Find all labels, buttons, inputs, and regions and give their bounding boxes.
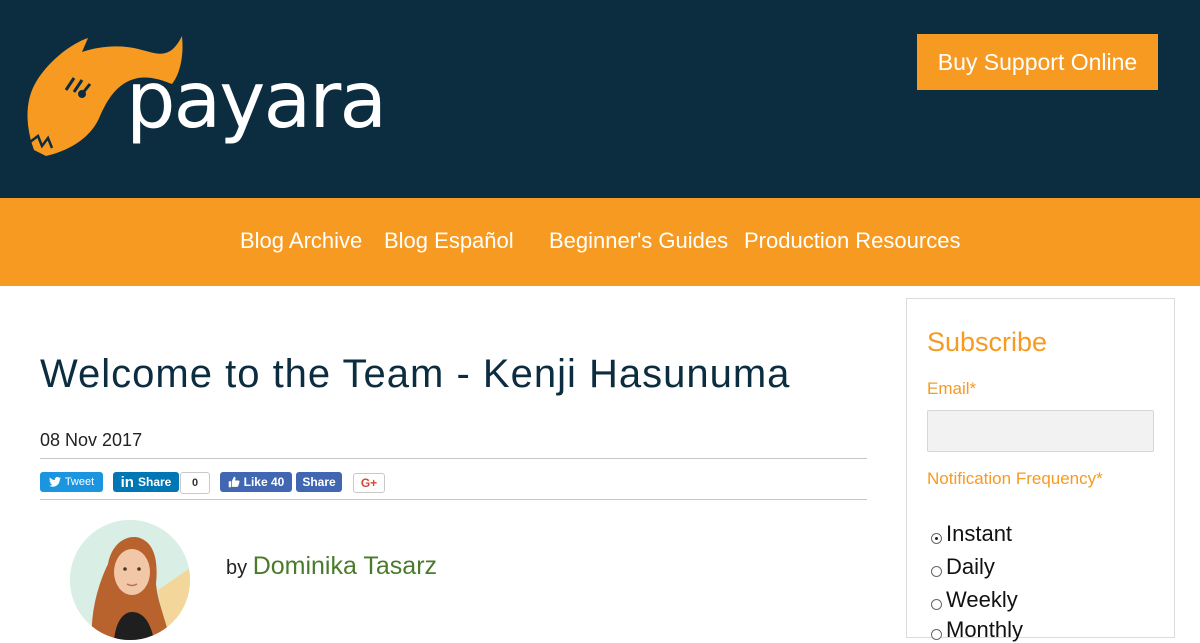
linkedin-icon: in: [120, 473, 134, 491]
option-daily-label: Daily: [946, 554, 995, 579]
buy-support-button[interactable]: Buy Support Online: [917, 34, 1158, 90]
facebook-like-button[interactable]: Like 40: [220, 472, 292, 492]
tweet-button[interactable]: Tweet: [40, 472, 103, 492]
site-header: payara Buy Support Online: [0, 0, 1200, 198]
twitter-bird-icon: [48, 477, 61, 487]
nav-production-resources[interactable]: Production Resources: [744, 228, 960, 254]
frequency-option-instant[interactable]: Instant: [931, 521, 1012, 547]
frequency-option-weekly[interactable]: Weekly: [931, 587, 1018, 613]
radio-daily[interactable]: [931, 565, 942, 577]
nav-beginners-guides[interactable]: Beginner's Guides: [549, 228, 728, 254]
article-date: 08 Nov 2017: [40, 430, 143, 450]
thumbs-up-icon: [228, 476, 240, 488]
frequency-option-daily[interactable]: Daily: [931, 554, 995, 580]
frequency-label: Notification Frequency*: [927, 469, 1103, 488]
option-weekly-label: Weekly: [946, 587, 1018, 612]
subscribe-panel: Subscribe Email* Notification Frequency*…: [906, 298, 1175, 642]
email-field[interactable]: [927, 410, 1154, 452]
main-nav: Blog Archive Blog Español Beginner's Gui…: [0, 198, 1200, 286]
author-link[interactable]: Dominika Tasarz: [253, 552, 437, 580]
frequency-option-monthly[interactable]: Monthly: [931, 617, 1023, 643]
option-monthly-label: Monthly: [946, 617, 1024, 642]
email-label: Email*: [927, 379, 977, 398]
subscribe-title: Subscribe: [927, 327, 1048, 357]
article-title: Welcome to the Team - Kenji Hasunuma: [40, 352, 791, 396]
share-bar: Tweet in Share 0 Like 40 Share G+: [40, 472, 867, 494]
radio-monthly[interactable]: [931, 628, 942, 640]
payara-logo[interactable]: payara: [22, 32, 387, 162]
linkedin-share-label: Share: [137, 475, 172, 489]
divider-top: [40, 458, 867, 459]
author-avatar: [70, 520, 190, 640]
facebook-share-button[interactable]: Share: [296, 472, 342, 492]
nav-blog-archive[interactable]: Blog Archive: [240, 228, 362, 254]
option-instant-label: Instant: [946, 521, 1013, 546]
author-byline: by Dominika Tasarz: [226, 552, 437, 581]
radio-weekly[interactable]: [931, 598, 942, 610]
logo-wordmark: payara: [126, 56, 387, 146]
divider-bottom: [40, 499, 867, 500]
facebook-like-label: Like 40: [243, 475, 285, 489]
radio-instant[interactable]: [931, 532, 942, 544]
byline-prefix: by: [226, 557, 248, 579]
google-plus-button[interactable]: G+: [353, 473, 385, 493]
linkedin-share-button[interactable]: in Share: [113, 472, 179, 492]
linkedin-share-count: 0: [180, 472, 210, 494]
tweet-label: Tweet: [64, 476, 95, 488]
nav-blog-espanol[interactable]: Blog Español: [384, 228, 514, 254]
